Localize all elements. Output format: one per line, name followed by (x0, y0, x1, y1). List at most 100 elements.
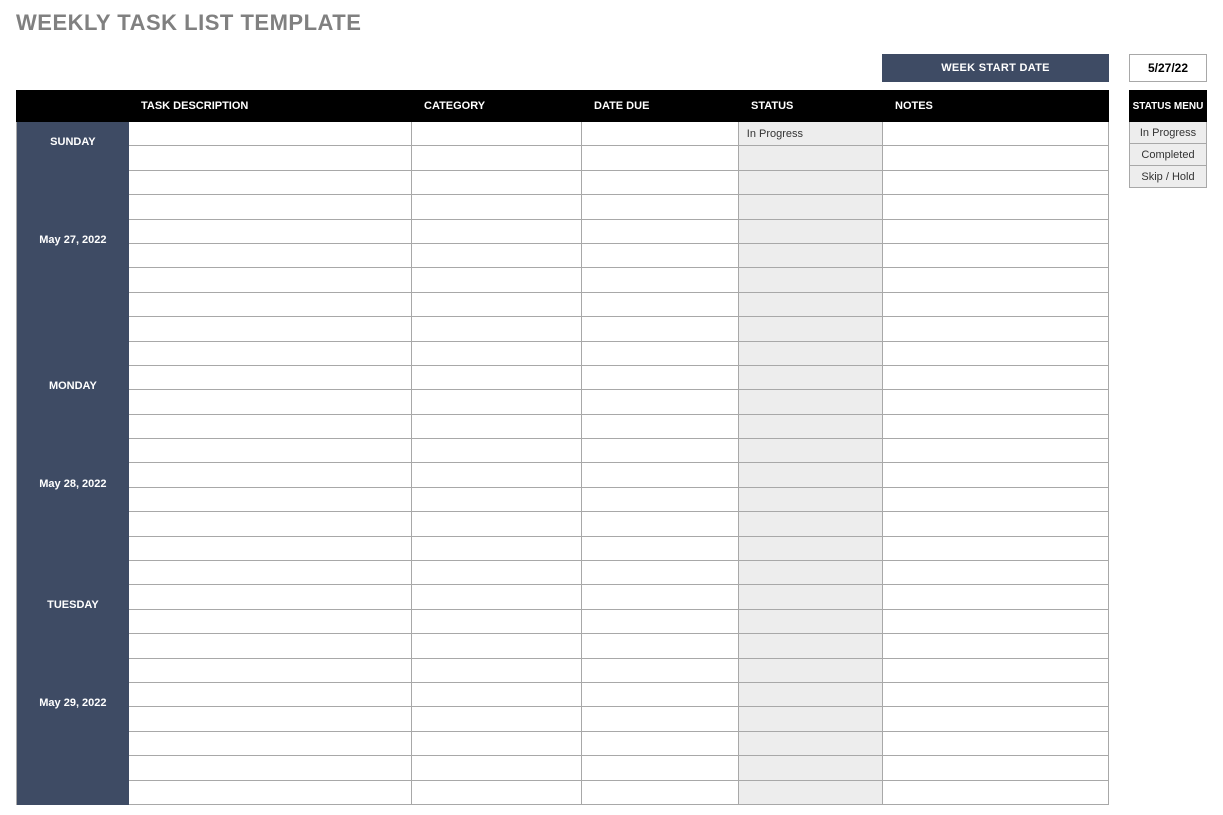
due-cell[interactable] (582, 146, 739, 169)
notes-cell[interactable] (883, 293, 1108, 316)
category-cell[interactable] (412, 732, 582, 755)
task-cell[interactable] (129, 415, 412, 438)
category-cell[interactable] (412, 195, 582, 218)
status-cell[interactable]: In Progress (739, 122, 883, 145)
task-cell[interactable] (129, 171, 412, 194)
task-cell[interactable] (129, 781, 412, 804)
notes-cell[interactable] (883, 439, 1108, 462)
status-cell[interactable] (739, 634, 883, 657)
due-cell[interactable] (582, 781, 739, 804)
notes-cell[interactable] (883, 244, 1108, 267)
status-menu-item[interactable]: In Progress (1129, 122, 1207, 144)
notes-cell[interactable] (883, 122, 1108, 145)
notes-cell[interactable] (883, 317, 1108, 340)
status-cell[interactable] (739, 171, 883, 194)
task-cell[interactable] (129, 195, 412, 218)
category-cell[interactable] (412, 463, 582, 486)
notes-cell[interactable] (883, 220, 1108, 243)
due-cell[interactable] (582, 293, 739, 316)
category-cell[interactable] (412, 659, 582, 682)
status-cell[interactable] (739, 146, 883, 169)
notes-cell[interactable] (883, 342, 1108, 365)
notes-cell[interactable] (883, 415, 1108, 438)
category-cell[interactable] (412, 537, 582, 560)
notes-cell[interactable] (883, 390, 1108, 413)
status-cell[interactable] (739, 561, 883, 584)
category-cell[interactable] (412, 268, 582, 291)
status-menu-item[interactable]: Completed (1129, 144, 1207, 166)
task-cell[interactable] (129, 463, 412, 486)
notes-cell[interactable] (883, 512, 1108, 535)
notes-cell[interactable] (883, 610, 1108, 633)
task-cell[interactable] (129, 220, 412, 243)
category-cell[interactable] (412, 585, 582, 608)
category-cell[interactable] (412, 293, 582, 316)
category-cell[interactable] (412, 683, 582, 706)
notes-cell[interactable] (883, 463, 1108, 486)
notes-cell[interactable] (883, 171, 1108, 194)
status-cell[interactable] (739, 293, 883, 316)
notes-cell[interactable] (883, 195, 1108, 218)
category-cell[interactable] (412, 342, 582, 365)
task-cell[interactable] (129, 317, 412, 340)
task-cell[interactable] (129, 439, 412, 462)
category-cell[interactable] (412, 781, 582, 804)
due-cell[interactable] (582, 122, 739, 145)
status-cell[interactable] (739, 244, 883, 267)
task-cell[interactable] (129, 342, 412, 365)
status-cell[interactable] (739, 756, 883, 779)
category-cell[interactable] (412, 488, 582, 511)
notes-cell[interactable] (883, 781, 1108, 804)
due-cell[interactable] (582, 415, 739, 438)
due-cell[interactable] (582, 488, 739, 511)
status-cell[interactable] (739, 732, 883, 755)
category-cell[interactable] (412, 146, 582, 169)
status-cell[interactable] (739, 512, 883, 535)
due-cell[interactable] (582, 561, 739, 584)
due-cell[interactable] (582, 610, 739, 633)
task-cell[interactable] (129, 659, 412, 682)
status-cell[interactable] (739, 683, 883, 706)
week-start-date[interactable]: 5/27/22 (1129, 54, 1207, 82)
notes-cell[interactable] (883, 756, 1108, 779)
category-cell[interactable] (412, 390, 582, 413)
task-cell[interactable] (129, 756, 412, 779)
status-cell[interactable] (739, 268, 883, 291)
notes-cell[interactable] (883, 561, 1108, 584)
notes-cell[interactable] (883, 707, 1108, 730)
category-cell[interactable] (412, 756, 582, 779)
notes-cell[interactable] (883, 488, 1108, 511)
due-cell[interactable] (582, 756, 739, 779)
status-cell[interactable] (739, 488, 883, 511)
category-cell[interactable] (412, 561, 582, 584)
status-menu-item[interactable]: Skip / Hold (1129, 166, 1207, 188)
task-cell[interactable] (129, 634, 412, 657)
due-cell[interactable] (582, 439, 739, 462)
due-cell[interactable] (582, 195, 739, 218)
category-cell[interactable] (412, 171, 582, 194)
task-cell[interactable] (129, 707, 412, 730)
notes-cell[interactable] (883, 683, 1108, 706)
due-cell[interactable] (582, 707, 739, 730)
status-cell[interactable] (739, 195, 883, 218)
task-cell[interactable] (129, 488, 412, 511)
task-cell[interactable] (129, 732, 412, 755)
status-cell[interactable] (739, 585, 883, 608)
task-cell[interactable] (129, 244, 412, 267)
status-cell[interactable] (739, 390, 883, 413)
status-cell[interactable] (739, 781, 883, 804)
notes-cell[interactable] (883, 366, 1108, 389)
task-cell[interactable] (129, 512, 412, 535)
status-cell[interactable] (739, 659, 883, 682)
task-cell[interactable] (129, 366, 412, 389)
category-cell[interactable] (412, 244, 582, 267)
notes-cell[interactable] (883, 634, 1108, 657)
status-cell[interactable] (739, 463, 883, 486)
category-cell[interactable] (412, 439, 582, 462)
notes-cell[interactable] (883, 585, 1108, 608)
due-cell[interactable] (582, 512, 739, 535)
category-cell[interactable] (412, 122, 582, 145)
task-cell[interactable] (129, 683, 412, 706)
due-cell[interactable] (582, 268, 739, 291)
task-cell[interactable] (129, 610, 412, 633)
